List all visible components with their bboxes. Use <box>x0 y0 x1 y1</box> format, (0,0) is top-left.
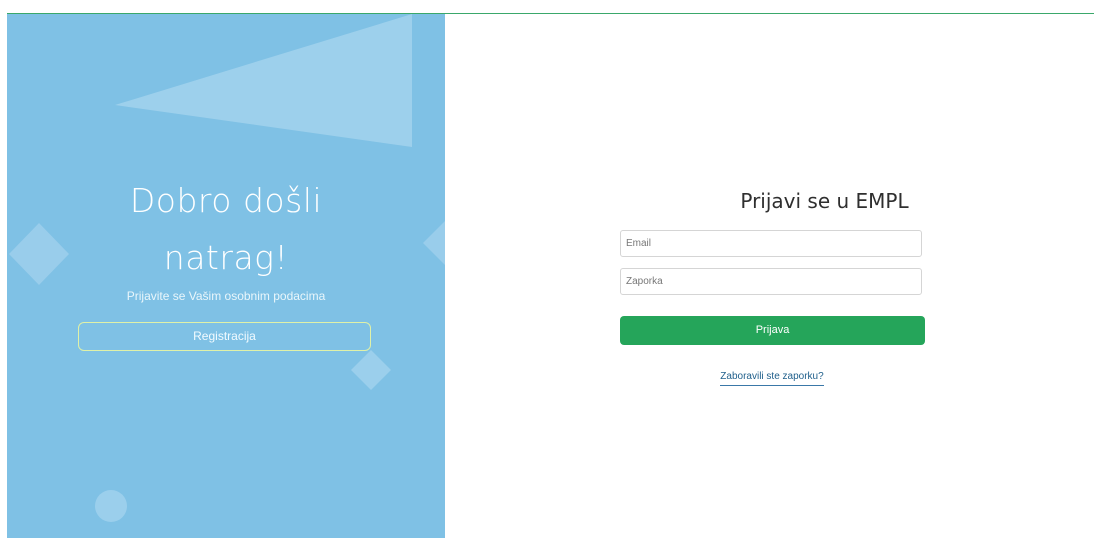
login-button[interactable]: Prijava <box>620 316 925 345</box>
login-page: Dobro došli natrag! Prijavite se Vašim o… <box>0 0 1094 538</box>
welcome-heading-line2: natrag! <box>163 238 289 277</box>
welcome-panel: Dobro došli natrag! Prijavite se Vašim o… <box>7 14 445 538</box>
welcome-heading-line1: Dobro došli <box>129 181 323 220</box>
welcome-subtitle: Prijavite se Vašim osobnim podacima <box>126 289 326 303</box>
register-button[interactable]: Registracija <box>78 322 371 351</box>
triangle-shape <box>115 14 412 147</box>
password-field[interactable] <box>620 268 922 295</box>
login-panel: Prijavi se u EMPL Prijava Zaboravili ste… <box>445 14 1094 538</box>
email-field[interactable] <box>620 230 922 257</box>
circle-shape <box>95 490 127 522</box>
forgot-password-link[interactable]: Zaboravili ste zaporku? <box>720 371 824 386</box>
login-title: Prijavi se u EMPL <box>740 189 909 213</box>
diamond-shape <box>351 350 391 390</box>
